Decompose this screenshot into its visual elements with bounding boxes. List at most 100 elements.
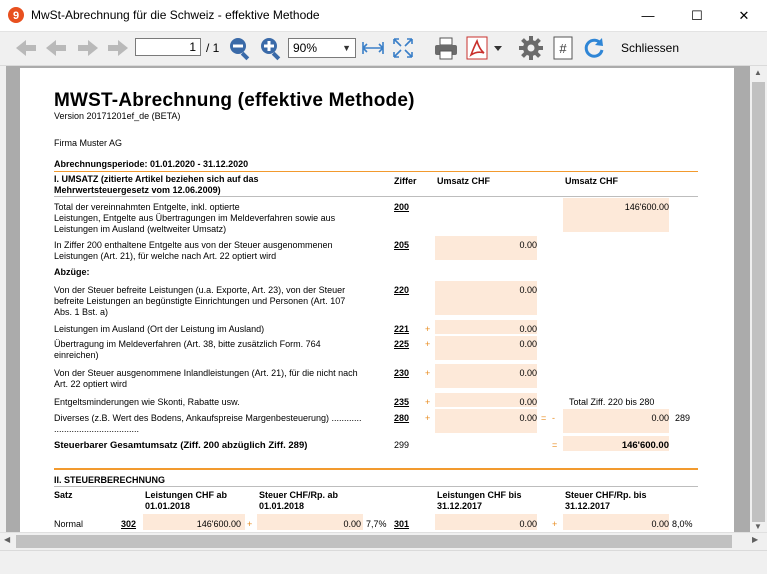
s2-302-plus: + <box>247 519 253 529</box>
s2-302-value: 146'600.00 <box>196 519 241 529</box>
s2-code-301: 301 <box>394 519 410 529</box>
header-divider <box>54 196 698 197</box>
abzuege-heading: Abzüge: <box>54 267 90 277</box>
row-200-label-line3: Leistungen im Ausland (weltweiter Umsatz… <box>54 224 227 234</box>
s2-302-tax: 0.00 <box>343 519 361 529</box>
row-205-value: 0.00 <box>519 240 537 250</box>
row-230-plus: + <box>425 368 431 378</box>
page-number-icon[interactable]: # <box>551 35 575 61</box>
document-page: MWST-Abrechnung (effektive Methode) Vers… <box>20 68 734 532</box>
last-page-icon[interactable] <box>105 35 131 61</box>
app-logo-icon: 9 <box>8 7 24 23</box>
scroll-down-icon[interactable]: ▼ <box>754 522 762 531</box>
s2-301-plus: + <box>552 519 558 529</box>
zoom-out-icon[interactable] <box>227 35 253 61</box>
scroll-right-icon[interactable]: ▶ <box>752 535 758 544</box>
row-220-value: 0.00 <box>519 285 537 295</box>
row-220-label-line2: befreite Leistungen an begünstigte Einri… <box>54 296 346 306</box>
scroll-up-icon[interactable]: ▲ <box>754 68 762 77</box>
row-200-label-line2: Leistungen, Entgelte aus Übertragungen i… <box>54 213 336 223</box>
page-number-input[interactable]: 1 <box>135 38 201 56</box>
row-280-label-line2: .................................. <box>54 424 140 434</box>
column-header-ziffer: Ziffer <box>394 176 417 186</box>
section1-title: I. UMSATZ (zitierte Artikel beziehen sic… <box>54 174 259 184</box>
column-header-umsatz-1: Umsatz CHF <box>437 176 491 186</box>
row-299-equals: = <box>552 440 558 450</box>
row-221-value: 0.00 <box>519 324 537 334</box>
chevron-down-icon: ▼ <box>342 43 351 53</box>
s2-header-steuer-ab: Steuer CHF/Rp. ab <box>259 490 339 500</box>
close-viewer-button[interactable]: Schliessen <box>621 41 679 55</box>
row-289-value: 0.00 <box>651 413 669 423</box>
vertical-scroll-thumb[interactable] <box>752 82 765 522</box>
maximize-button[interactable]: ☐ <box>674 0 720 31</box>
scroll-left-icon[interactable]: ◀ <box>4 535 10 544</box>
row-289-code: 289 <box>675 413 691 423</box>
section2-header-divider <box>54 486 698 487</box>
row-230-label-line2: Art. 22 optiert wird <box>54 379 128 389</box>
row-280-label-line1: Diverses (z.B. Wert des Bodens, Ankaufsp… <box>54 413 362 423</box>
row-280-equals: = <box>541 413 547 423</box>
row-220-label-line1: Von der Steuer befreite Leistungen (u.a.… <box>54 285 346 295</box>
row-225-value: 0.00 <box>519 339 537 349</box>
pdf-dropdown-icon[interactable] <box>492 35 504 61</box>
page-total-label: / 1 <box>206 41 220 55</box>
document-viewer[interactable]: MWST-Abrechnung (effektive Methode) Vers… <box>6 66 750 532</box>
zoom-value: 90% <box>293 41 318 55</box>
row-230-value: 0.00 <box>519 368 537 378</box>
next-page-icon[interactable] <box>75 35 101 61</box>
row-205-label-line2: Leistungen (Art. 21), für welche nach Ar… <box>54 251 277 261</box>
row-280-value: 0.00 <box>519 413 537 423</box>
previous-page-icon[interactable] <box>43 35 69 61</box>
row-225-plus: + <box>425 339 431 349</box>
period-label: Abrechnungsperiode: 01.01.2020 - 31.12.2… <box>54 159 249 169</box>
row-205-label-line1: In Ziffer 200 enthaltene Entgelte aus vo… <box>54 240 333 250</box>
row-230-code: 230 <box>394 368 410 378</box>
svg-text:#: # <box>559 41 567 56</box>
row-220-code: 220 <box>394 285 410 295</box>
row-299-label: Steuerbarer Gesamtumsatz (Ziff. 200 abzü… <box>54 440 308 451</box>
horizontal-scrollbar[interactable]: ◀ ▶ <box>0 532 767 550</box>
s2-header-leistungen-ab: Leistungen CHF ab <box>145 490 228 500</box>
row-235-label: Entgeltsminderungen wie Skonti, Rabatte … <box>54 397 240 407</box>
title-bar: 9 MwSt-Abrechnung für die Schweiz - effe… <box>0 0 767 32</box>
zoom-select[interactable]: 90% ▼ <box>288 38 356 58</box>
minimize-button[interactable]: — <box>625 0 671 31</box>
row-220-label-line3: Abs. 1 Bst. a) <box>54 307 109 317</box>
fit-width-icon[interactable] <box>360 35 386 61</box>
s2-302-rate: 7,7% <box>366 519 387 529</box>
horizontal-scroll-thumb[interactable] <box>16 535 732 548</box>
row-225-label-line1: Übertragung im Meldeverfahren (Art. 38, … <box>54 339 321 349</box>
s2-header-steuer-bis: Steuer CHF/Rp. bis <box>565 490 647 500</box>
row-200-code: 200 <box>394 202 410 212</box>
row-235-value: 0.00 <box>519 397 537 407</box>
column-header-umsatz-2: Umsatz CHF <box>565 176 619 186</box>
vertical-scrollbar[interactable]: ▲ ▼ <box>750 66 767 532</box>
version-text: Version 20171201ef_de (BETA) <box>54 111 181 121</box>
close-button[interactable]: ✕ <box>721 0 767 31</box>
first-page-icon[interactable] <box>13 35 39 61</box>
refresh-icon[interactable] <box>581 35 607 61</box>
row-299-code: 299 <box>394 440 410 450</box>
company-name: Firma Muster AG <box>54 138 123 148</box>
row-280-plus: + <box>425 413 431 423</box>
settings-gear-icon[interactable] <box>518 35 544 61</box>
row-299-value: 146'600.00 <box>621 440 669 451</box>
s2-header-leistungen-ab-date: 01.01.2018 <box>145 501 191 511</box>
pdf-export-icon[interactable] <box>464 35 490 61</box>
s2-header-leistungen-bis: Leistungen CHF bis <box>437 490 522 500</box>
s2-301-tax: 0.00 <box>651 519 669 529</box>
s2-header-steuer-bis-date: 31.12.2017 <box>565 501 611 511</box>
row-289-minus: - <box>552 413 555 423</box>
row-225-label-line2: einreichen) <box>54 350 99 360</box>
window-title: MwSt-Abrechnung für die Schweiz - effekt… <box>31 8 320 22</box>
s2-header-satz: Satz <box>54 490 73 500</box>
zoom-in-icon[interactable] <box>258 35 284 61</box>
s2-code-302: 302 <box>121 519 137 529</box>
row-221-code: 221 <box>394 324 410 334</box>
print-icon[interactable] <box>432 35 460 61</box>
document-title: MWST-Abrechnung (effektive Methode) <box>54 90 415 111</box>
row-235-code: 235 <box>394 397 410 407</box>
s2-header-leistungen-bis-date: 31.12.2017 <box>437 501 483 511</box>
fit-page-icon[interactable] <box>390 35 416 61</box>
